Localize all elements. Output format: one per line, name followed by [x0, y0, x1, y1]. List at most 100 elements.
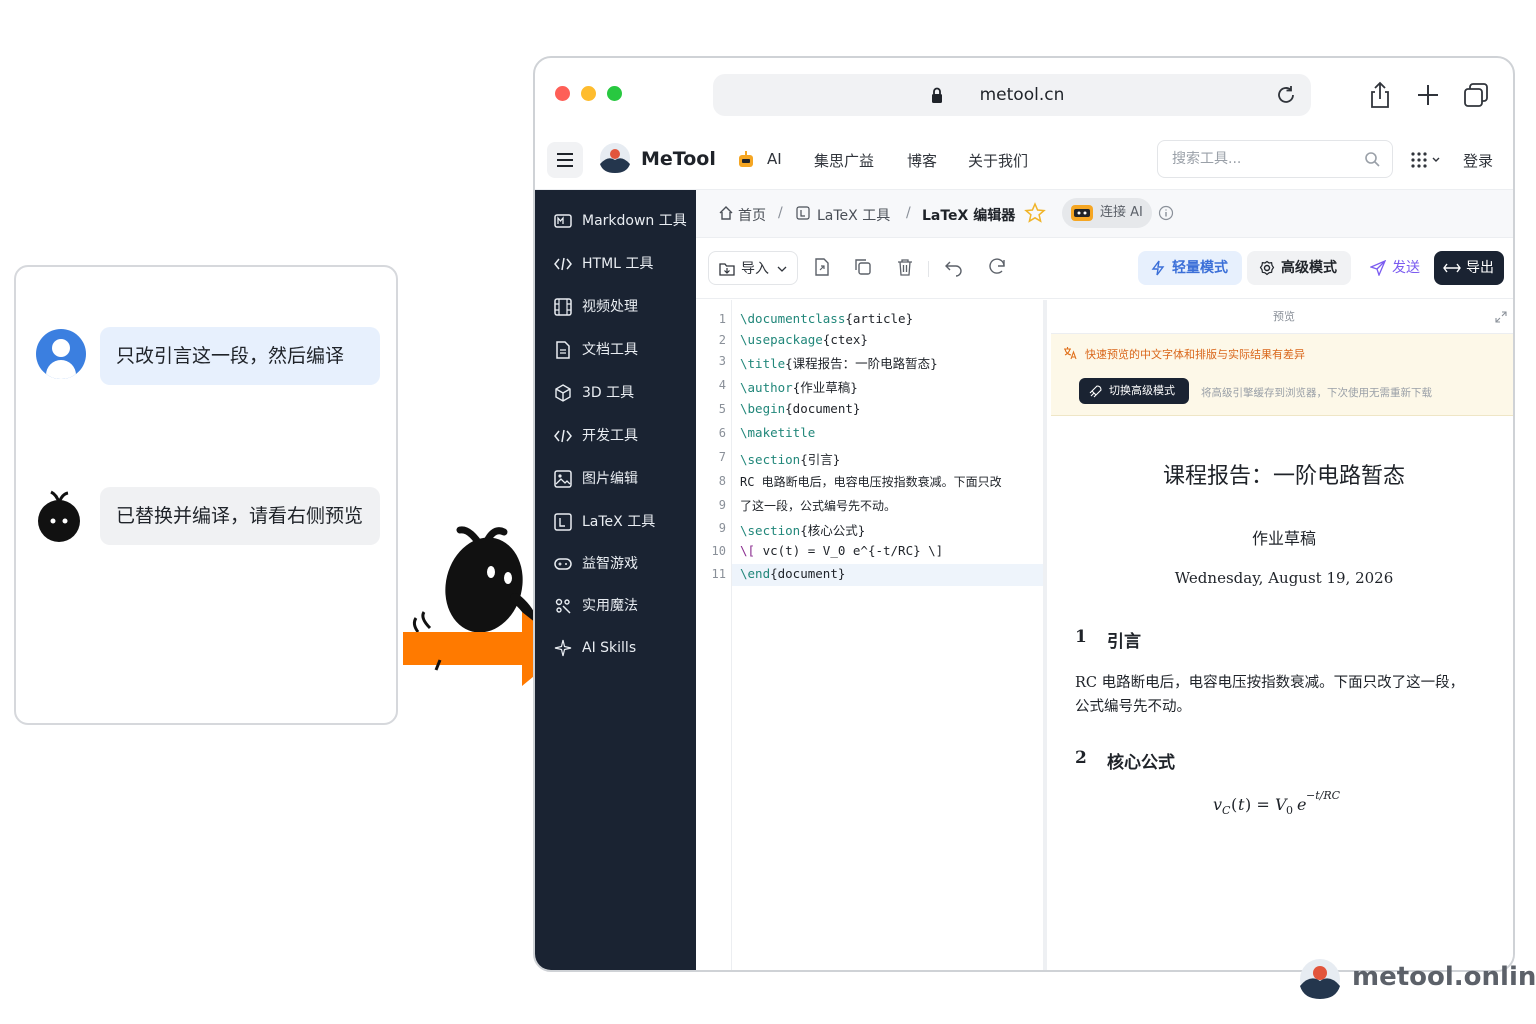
- code-line: \section{核心公式}: [740, 523, 866, 538]
- sidebar-item-video[interactable]: 视频处理: [535, 286, 696, 328]
- sidebar-item-games[interactable]: 益智游戏: [535, 543, 696, 585]
- line-number: 1: [718, 312, 726, 326]
- advanced-mode-label: 高级模式: [1281, 260, 1337, 276]
- new-tab-icon[interactable]: [1413, 80, 1443, 110]
- send-button[interactable]: 发送: [1362, 251, 1426, 285]
- light-mode-button[interactable]: 轻量模式: [1138, 251, 1242, 285]
- browser-window: metool.cn MeTool AI 集思广益 博客 关于我们 搜索工具...…: [533, 56, 1515, 972]
- line-number: 2: [718, 333, 726, 347]
- lock-icon: [932, 87, 942, 103]
- sidebar-item-label: 视频处理: [582, 299, 638, 315]
- brand-name[interactable]: MeTool: [641, 148, 716, 170]
- menu-button[interactable]: [547, 142, 583, 178]
- editor-toolbar: 导入 轻量模式 高级模式 发送 导出: [696, 239, 1513, 299]
- sidebar-item-ai-skills[interactable]: AI Skills: [535, 627, 696, 669]
- apps-grid-icon[interactable]: [1411, 152, 1443, 168]
- latex-icon: [796, 206, 810, 220]
- line-number: 5: [718, 402, 726, 416]
- code-line: \documentclass{article}: [740, 311, 914, 326]
- code-icon: [554, 257, 572, 271]
- search-placeholder: 搜索工具...: [1172, 151, 1242, 167]
- sidebar-item-markdown[interactable]: Markdown 工具: [535, 200, 696, 242]
- home-icon: [719, 206, 733, 220]
- doc-date: Wednesday, August 19, 2026: [1174, 569, 1394, 587]
- equation: v C ( t ) = V 0 e −t/RC: [1213, 789, 1341, 816]
- code-editor[interactable]: 1 2 3 4 5 6 7 8 9 9 10 11 \documentclass…: [696, 300, 1047, 970]
- breadcrumb-parent[interactable]: LaTeX 工具: [817, 205, 890, 225]
- code-line: \title{课程报告：一阶电路暂态}: [740, 356, 938, 371]
- chevron-down-icon: [777, 266, 787, 272]
- breadcrumb-home[interactable]: 首页: [738, 205, 766, 225]
- user-avatar: [36, 329, 86, 379]
- import-button[interactable]: 导入: [708, 251, 798, 285]
- rocket-icon: [1089, 385, 1102, 398]
- svg-text:) =: ) =: [1245, 795, 1270, 814]
- sidebar-item-image[interactable]: 图片编辑: [535, 458, 696, 500]
- maximize-window-button[interactable]: [607, 86, 622, 101]
- section-number: 1: [1075, 627, 1087, 647]
- folder-import-icon: [719, 263, 735, 276]
- svg-text:(: (: [1231, 795, 1237, 814]
- connect-ai-label: 连接 AI: [1100, 205, 1143, 220]
- code-line: \maketitle: [740, 425, 816, 440]
- film-icon: [554, 298, 572, 316]
- expand-icon[interactable]: [1495, 311, 1507, 323]
- line-number: 3: [718, 354, 726, 368]
- address-bar[interactable]: metool.cn: [713, 74, 1311, 116]
- info-icon[interactable]: [1158, 205, 1174, 221]
- cube-icon: [555, 384, 571, 402]
- nav-ai[interactable]: AI: [767, 150, 782, 168]
- reload-icon[interactable]: [1275, 84, 1297, 106]
- redo-icon[interactable]: [987, 257, 1007, 277]
- send-icon: [1370, 260, 1386, 276]
- code-line: \author{作业草稿}: [740, 380, 858, 395]
- export-button[interactable]: 导出: [1434, 251, 1504, 285]
- line-number: 6: [718, 426, 726, 440]
- nav-blog[interactable]: 博客: [907, 150, 937, 171]
- sidebar-item-3d[interactable]: 3D 工具: [535, 372, 696, 414]
- send-label: 发送: [1392, 260, 1420, 276]
- section-body: 公式编号先不动。: [1075, 699, 1191, 715]
- tabs-overview-icon[interactable]: [1461, 80, 1491, 110]
- metool-logo-icon[interactable]: [599, 142, 631, 174]
- switch-advanced-button[interactable]: 切换高级模式: [1079, 378, 1189, 404]
- translate-icon: [1064, 347, 1077, 360]
- preview-title: 预览: [1273, 310, 1295, 323]
- login-button[interactable]: 登录: [1463, 150, 1493, 171]
- close-window-button[interactable]: [555, 86, 570, 101]
- preview-pane: 预览 快速预览的中文字体和排版与实际结果有差异 切换高级模式 将高级引擎缓存到浏…: [1051, 300, 1513, 970]
- copy-icon[interactable]: [853, 257, 873, 277]
- nav-brainstorm[interactable]: 集思广益: [814, 150, 874, 171]
- line-number: 4: [718, 378, 726, 392]
- search-input[interactable]: 搜索工具...: [1157, 140, 1393, 178]
- section-body: RC 电路断电后，电容电压按指数衰减。下面只改了这一段，: [1075, 675, 1465, 691]
- sidebar-item-label: 实用魔法: [582, 598, 638, 614]
- undo-icon[interactable]: [944, 257, 964, 277]
- share-icon[interactable]: [1365, 80, 1395, 110]
- robot-icon: [739, 151, 753, 167]
- sidebar-item-document[interactable]: 文档工具: [535, 329, 696, 371]
- star-icon[interactable]: [1024, 202, 1046, 224]
- switch-hint: 将高级引擎缓存到浏览器，下次使用无需重新下载: [1201, 387, 1432, 399]
- sidebar-item-label: 开发工具: [582, 428, 638, 444]
- advanced-mode-button[interactable]: 高级模式: [1247, 251, 1351, 285]
- export-label: 导出: [1466, 260, 1494, 276]
- code-icon: [554, 429, 572, 443]
- trash-icon[interactable]: [895, 257, 915, 277]
- file-export-icon[interactable]: [812, 257, 832, 277]
- document-icon: [556, 341, 570, 359]
- sidebar-item-label: 益智游戏: [582, 556, 638, 572]
- bot-avatar: [38, 490, 80, 542]
- light-mode-label: 轻量模式: [1172, 260, 1228, 276]
- sidebar-item-latex[interactable]: LaTeX 工具: [535, 501, 696, 543]
- warning-text: 快速预览的中文字体和排版与实际结果有差异: [1085, 348, 1305, 361]
- connect-ai-button[interactable]: 连接 AI: [1062, 198, 1152, 228]
- line-number: 9: [718, 521, 726, 535]
- watermark-text: metool.online: [1352, 962, 1536, 992]
- sidebar-item-magic[interactable]: 实用魔法: [535, 585, 696, 627]
- gear-icon: [1259, 260, 1275, 276]
- nav-about[interactable]: 关于我们: [968, 150, 1028, 171]
- sidebar-item-html[interactable]: HTML 工具: [535, 243, 696, 285]
- minimize-window-button[interactable]: [581, 86, 596, 101]
- sidebar-item-dev[interactable]: 开发工具: [535, 415, 696, 457]
